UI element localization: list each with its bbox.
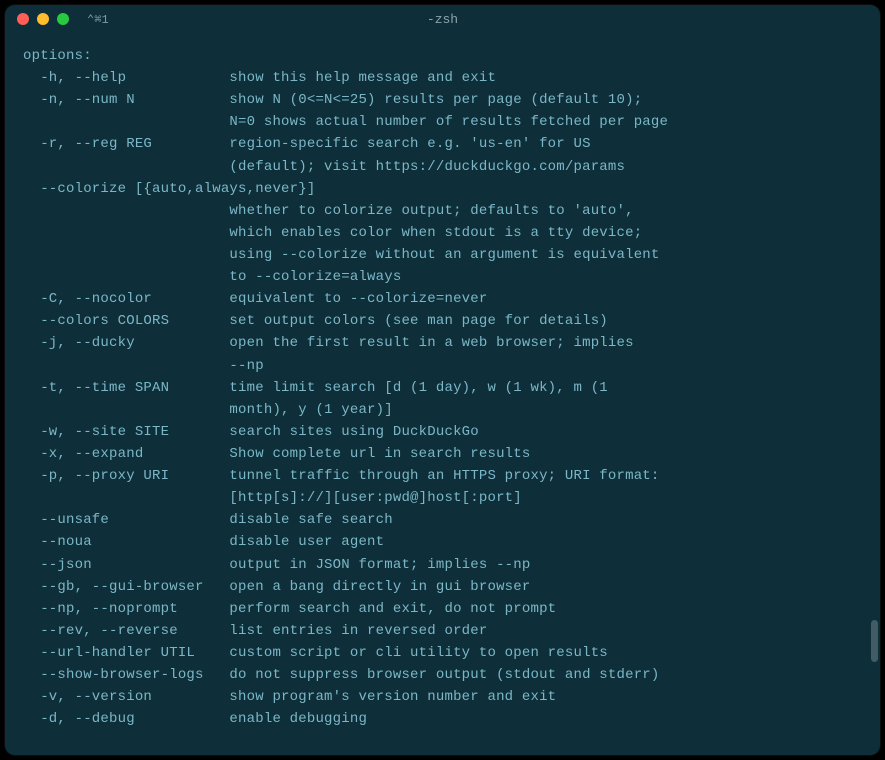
terminal-line: -d, --debug enable debugging [23, 708, 862, 730]
traffic-lights [17, 13, 69, 25]
terminal-line: -t, --time SPAN time limit search [d (1 … [23, 377, 862, 399]
terminal-line: -w, --site SITE search sites using DuckD… [23, 421, 862, 443]
window-title: -zsh [427, 12, 458, 27]
close-icon[interactable] [17, 13, 29, 25]
terminal-line: -j, --ducky open the first result in a w… [23, 332, 862, 354]
terminal-line: options: [23, 45, 862, 67]
terminal-output[interactable]: options: -h, --help show this help messa… [5, 33, 880, 742]
terminal-line: --np, --noprompt perform search and exit… [23, 598, 862, 620]
terminal-line: --np [23, 355, 862, 377]
terminal-line: (default); visit https://duckduckgo.com/… [23, 156, 862, 178]
terminal-line: -v, --version show program's version num… [23, 686, 862, 708]
minimize-icon[interactable] [37, 13, 49, 25]
terminal-line: -p, --proxy URI tunnel traffic through a… [23, 465, 862, 487]
terminal-line: which enables color when stdout is a tty… [23, 222, 862, 244]
terminal-line: N=0 shows actual number of results fetch… [23, 111, 862, 133]
maximize-icon[interactable] [57, 13, 69, 25]
terminal-line: --gb, --gui-browser open a bang directly… [23, 576, 862, 598]
terminal-line: --rev, --reverse list entries in reverse… [23, 620, 862, 642]
terminal-line: using --colorize without an argument is … [23, 244, 862, 266]
terminal-line: -n, --num N show N (0<=N<=25) results pe… [23, 89, 862, 111]
tab-label[interactable]: ⌃⌘1 [87, 12, 109, 27]
terminal-line: --colors COLORS set output colors (see m… [23, 310, 862, 332]
terminal-line: --url-handler UTIL custom script or cli … [23, 642, 862, 664]
terminal-line: whether to colorize output; defaults to … [23, 200, 862, 222]
terminal-line: -x, --expand Show complete url in search… [23, 443, 862, 465]
terminal-line: --noua disable user agent [23, 531, 862, 553]
titlebar: ⌃⌘1 -zsh [5, 5, 880, 33]
terminal-line: month), y (1 year)] [23, 399, 862, 421]
terminal-line: --colorize [{auto,always,never}] [23, 178, 862, 200]
scrollbar-thumb[interactable] [871, 620, 878, 662]
terminal-line: -C, --nocolor equivalent to --colorize=n… [23, 288, 862, 310]
terminal-line: to --colorize=always [23, 266, 862, 288]
terminal-window: ⌃⌘1 -zsh options: -h, --help show this h… [5, 5, 880, 755]
terminal-line: -r, --reg REG region-specific search e.g… [23, 133, 862, 155]
terminal-line: [http[s]://][user:pwd@]host[:port] [23, 487, 862, 509]
terminal-line: --show-browser-logs do not suppress brow… [23, 664, 862, 686]
terminal-line: --json output in JSON format; implies --… [23, 554, 862, 576]
terminal-line: --unsafe disable safe search [23, 509, 862, 531]
terminal-line: -h, --help show this help message and ex… [23, 67, 862, 89]
